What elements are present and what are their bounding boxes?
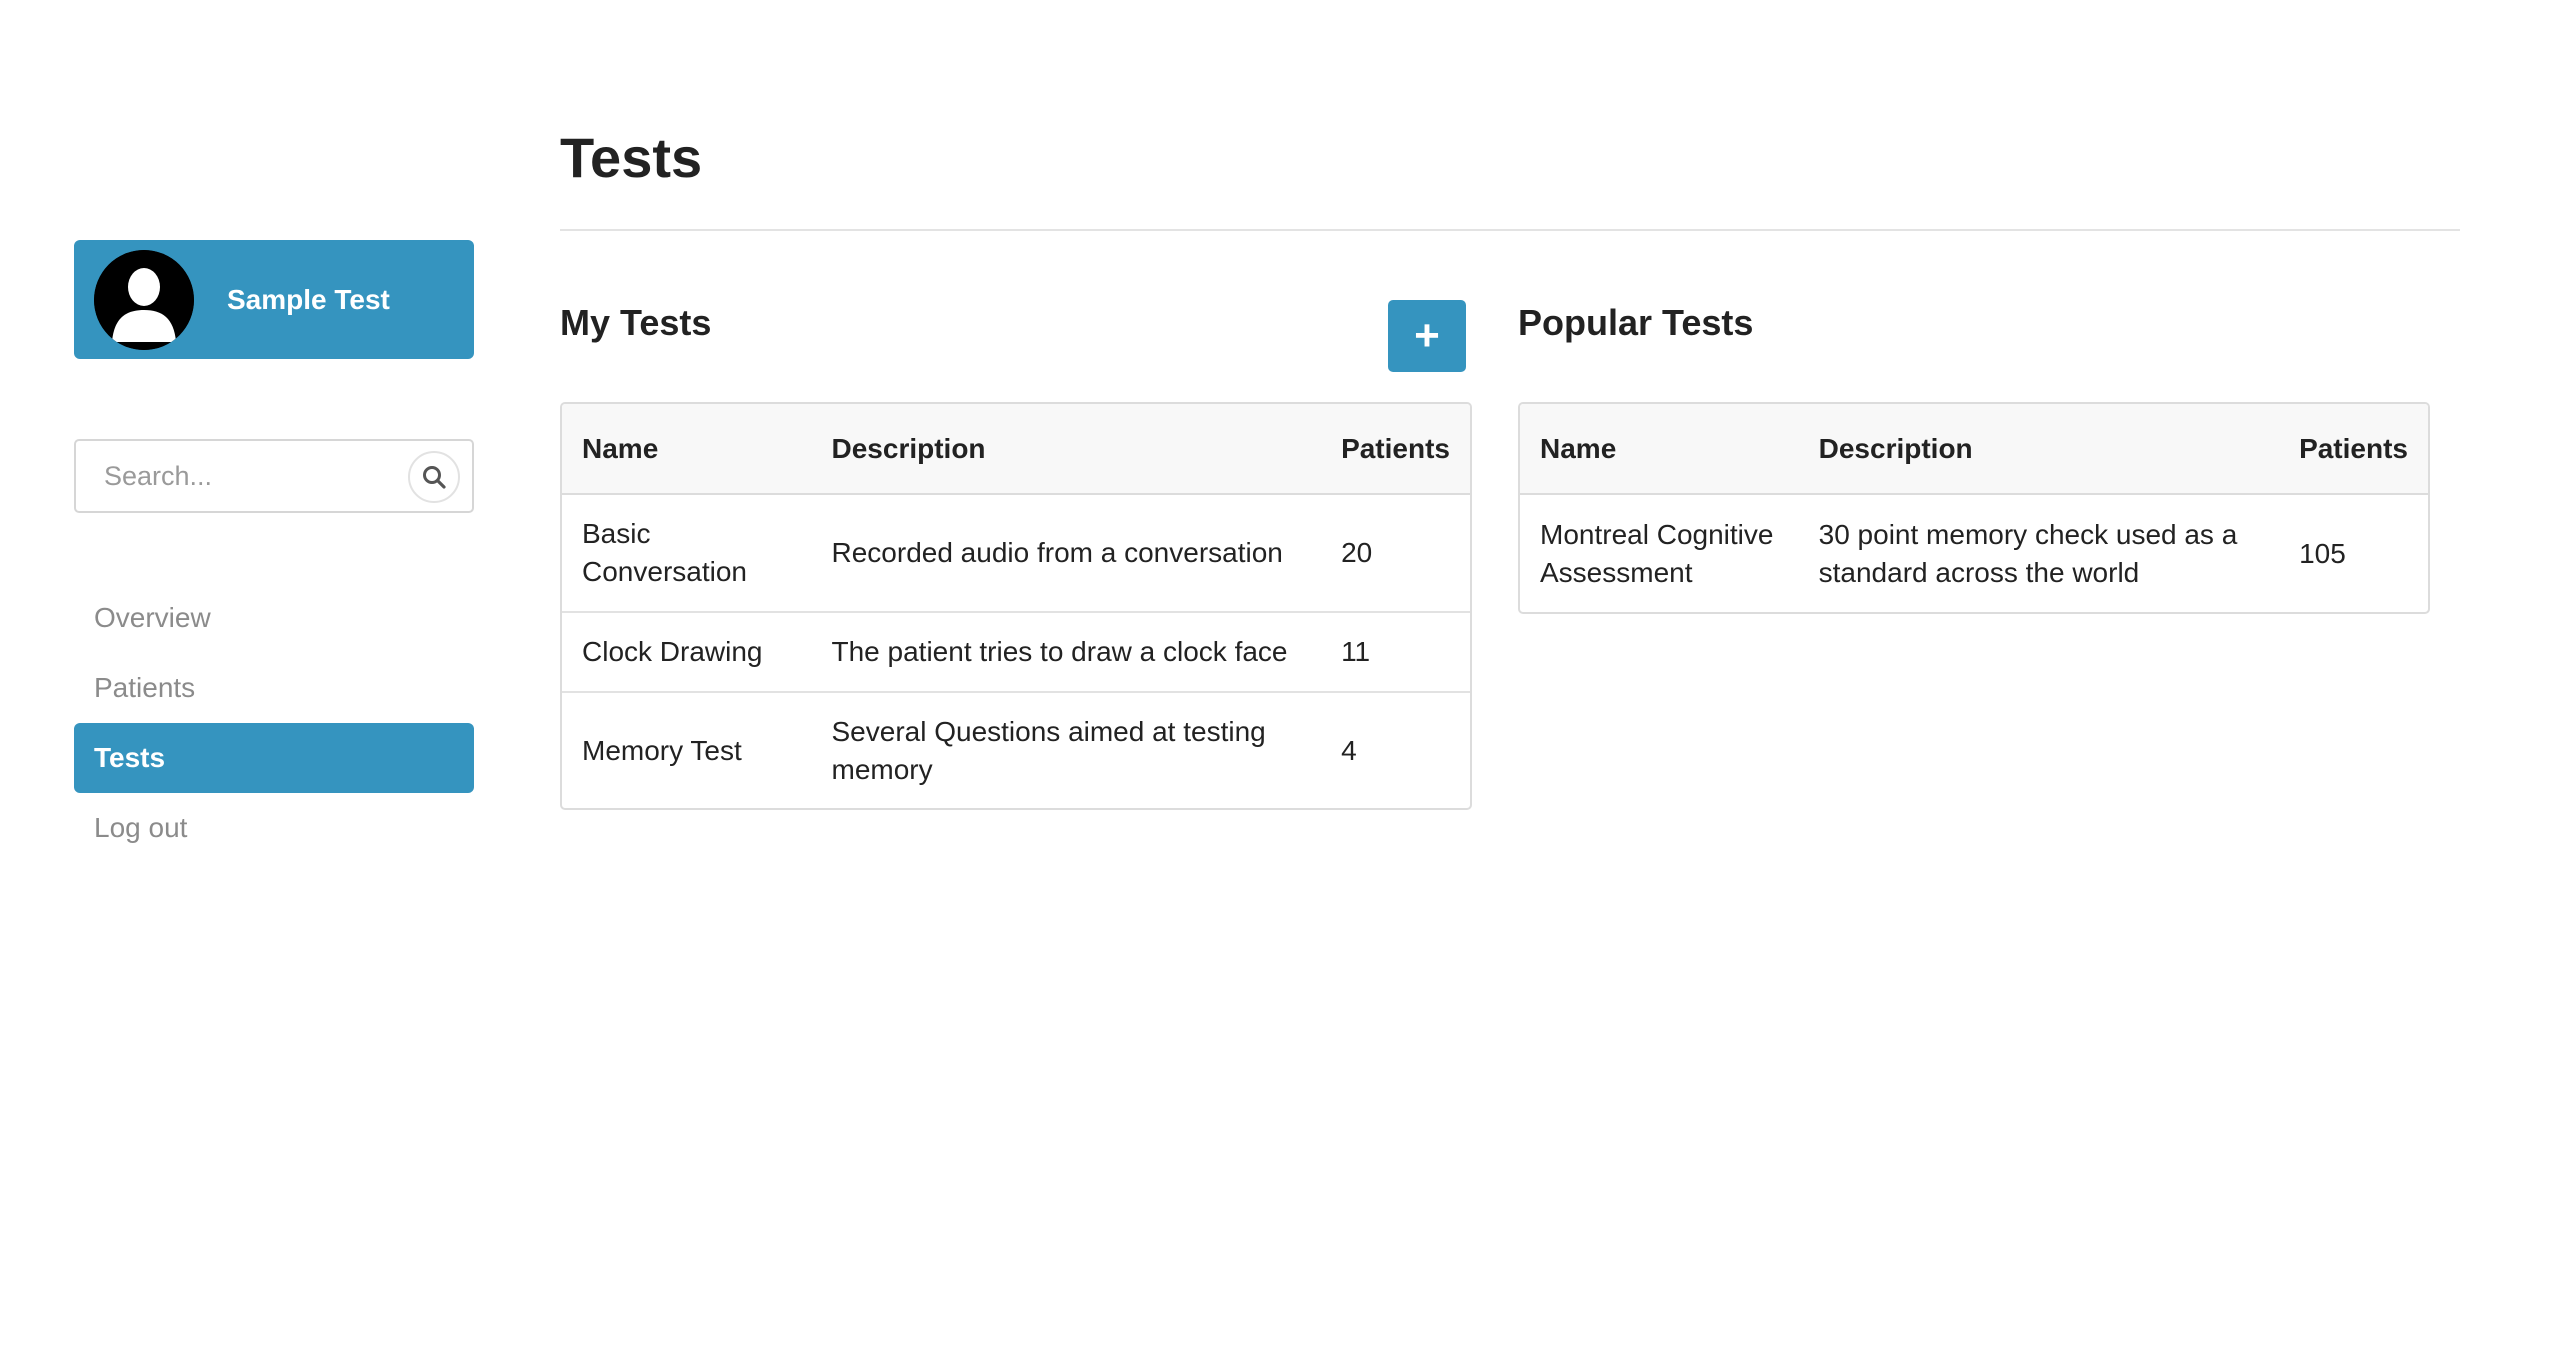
table-header-row: Name Description Patients: [1520, 404, 2428, 495]
test-name: Memory Test: [562, 691, 812, 808]
test-name: Clock Drawing: [562, 611, 812, 692]
sidebar: Sample Test Overview Patients Tests Log …: [74, 240, 474, 863]
test-patients: 11: [1321, 611, 1470, 692]
table-row[interactable]: Memory Test Several Questions aimed at t…: [562, 691, 1470, 808]
table-row[interactable]: Clock Drawing The patient tries to draw …: [562, 611, 1470, 692]
title-divider: [560, 229, 2460, 231]
search-input[interactable]: [76, 441, 396, 511]
test-name: Basic Conversation: [582, 518, 747, 587]
column-header-description: Description: [811, 404, 1322, 495]
test-description: Recorded audio from a conversation: [831, 537, 1283, 568]
test-patients: 20: [1341, 537, 1373, 568]
user-silhouette-icon: [94, 249, 194, 350]
popular-tests-table: Name Description Patients Montreal Cogni…: [1518, 402, 2430, 614]
column-header-name: Name: [562, 404, 812, 495]
add-test-button[interactable]: +: [1388, 300, 1466, 372]
table-row[interactable]: Montreal Cognitive Assessment 30 point m…: [1520, 494, 2428, 612]
column-header-patients: Patients: [1321, 404, 1470, 495]
nav-item-overview[interactable]: Overview: [74, 583, 474, 653]
avatar: [94, 249, 194, 350]
search-icon: [423, 466, 446, 489]
popular-tests-title: Popular Tests: [1518, 302, 1754, 343]
table-row[interactable]: Basic Conversation Recorded audio from a…: [562, 494, 1470, 612]
my-tests-table: Name Description Patients Basic Conversa…: [560, 402, 1472, 810]
nav-item-tests[interactable]: Tests: [74, 723, 474, 793]
column-header-name: Name: [1520, 404, 1799, 495]
profile-card[interactable]: Sample Test: [74, 240, 474, 359]
profile-name: Sample Test: [227, 283, 390, 315]
test-patients: 105: [2299, 537, 2346, 569]
column-header-description: Description: [1798, 404, 2280, 495]
test-patients: 4: [1321, 691, 1470, 808]
nav-item-patients[interactable]: Patients: [74, 653, 474, 723]
search-box: [74, 439, 474, 513]
test-description: The patient tries to draw a clock face: [811, 611, 1322, 692]
test-name: Montreal Cognitive Assessment: [1540, 518, 1774, 588]
table-header-row: Name Description Patients: [562, 404, 1470, 495]
test-description: Several Questions aimed at testing memor…: [811, 691, 1322, 808]
sidebar-nav: Overview Patients Tests Log out: [74, 583, 474, 863]
page-title: Tests: [560, 126, 703, 189]
my-tests-title: My Tests: [560, 302, 712, 343]
test-description: 30 point memory check used as a standard…: [1818, 518, 2238, 588]
column-header-patients: Patients: [2279, 404, 2428, 495]
nav-item-log-out[interactable]: Log out: [74, 793, 474, 863]
search-button[interactable]: [408, 451, 460, 503]
